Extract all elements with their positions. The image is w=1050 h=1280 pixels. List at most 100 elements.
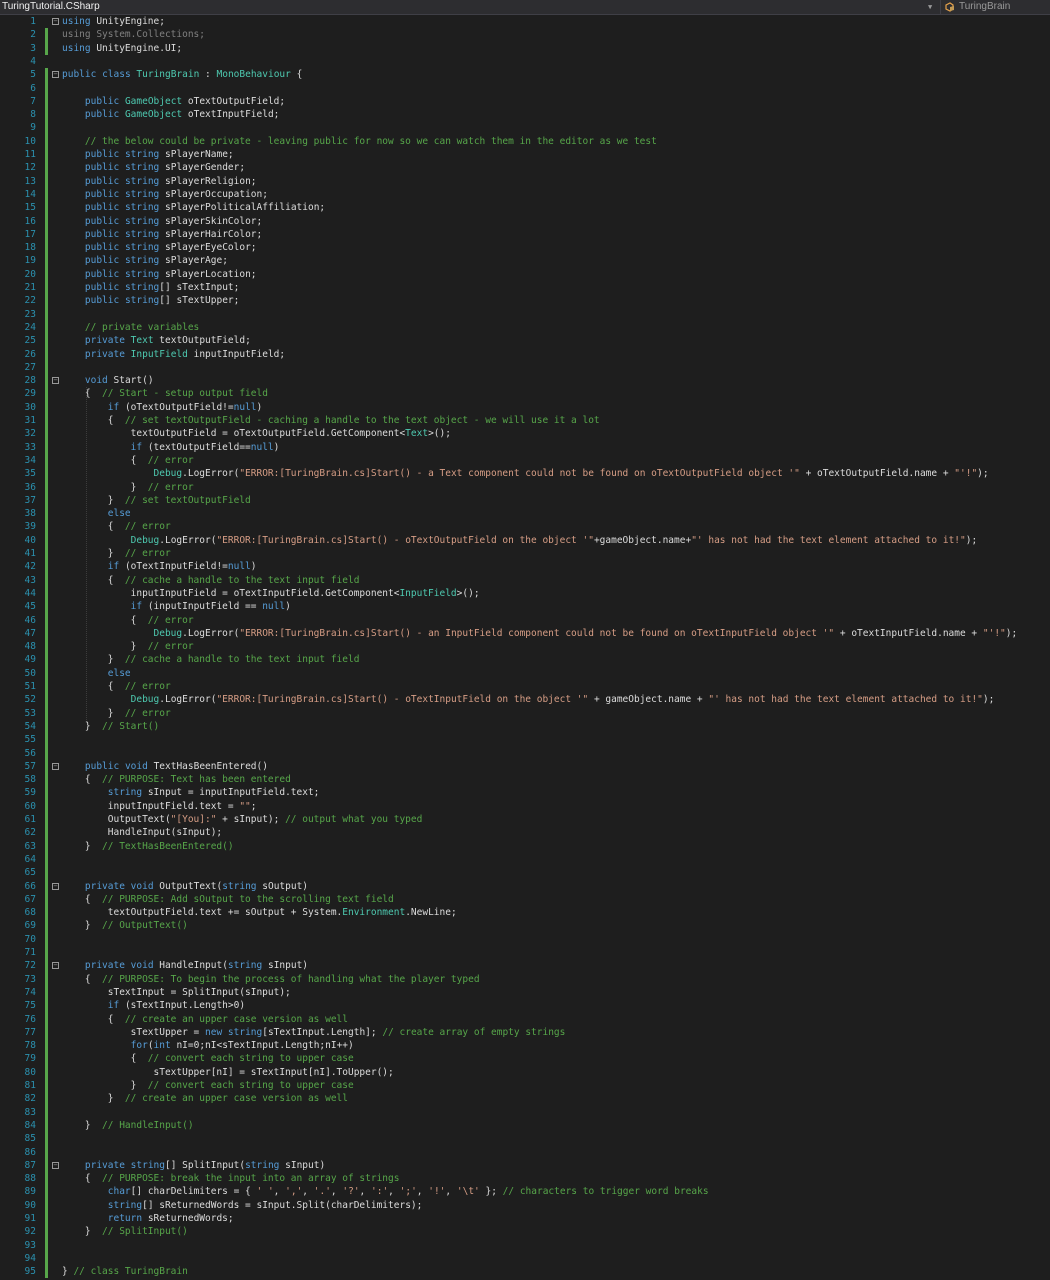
code-line[interactable]: // the below could be private - leaving … [62,135,657,148]
code-line[interactable]: inputInputField.text = ""; [62,800,257,813]
code-line[interactable]: if (oTextInputField!=null) [62,560,257,573]
code-line[interactable]: public string sPlayerEyeColor; [62,241,257,254]
collapse-region-icon[interactable]: − [52,1161,59,1169]
code-line[interactable]: Debug.LogError("ERROR:[TuringBrain.cs]St… [62,534,978,547]
code-line[interactable]: public GameObject oTextInputField; [62,108,280,121]
collapse-region-icon[interactable]: − [52,962,59,970]
code-line[interactable]: { // error [62,614,194,627]
code-line[interactable]: } // OutputText() [62,919,188,932]
collapse-region-icon[interactable]: − [52,377,59,385]
code-line[interactable]: Debug.LogError("ERROR:[TuringBrain.cs]St… [62,693,995,706]
code-line[interactable]: } // error [62,707,171,720]
code-line[interactable]: public string sPlayerName; [62,148,234,161]
code-line[interactable]: if (textOutputField==null) [62,441,280,454]
code-line[interactable]: } // Start() [62,720,159,733]
code-text: sTextInput = SplitInput(sInput); [62,986,291,998]
code-line[interactable]: private void HandleInput(string sInput) [62,959,308,972]
code-line[interactable]: if (sTextInput.Length>0) [62,999,245,1012]
code-line[interactable]: OutputText("[You]:" + sInput); // output… [62,813,423,826]
code-line[interactable]: } // set textOutputField [62,494,251,507]
keyword: public [84,188,120,200]
code-line[interactable]: void Start() [62,374,154,387]
code-line[interactable]: { // PURPOSE: Add sOutput to the scrolli… [62,893,394,906]
dropdown-arrow-icon[interactable]: ▼ [928,0,932,14]
code-line[interactable]: Debug.LogError("ERROR:[TuringBrain.cs]St… [62,467,989,480]
code-line[interactable]: char[] charDelimiters = { ' ', ',', '.',… [62,1185,709,1198]
code-line[interactable]: sTextInput = SplitInput(sInput); [62,986,291,999]
code-line[interactable]: { // PURPOSE: break the input into an ar… [62,1172,400,1185]
code-line[interactable]: for(int nI=0;nI<sTextInput.Length;nI++) [62,1039,354,1052]
code-line[interactable]: // private variables [62,321,199,334]
code-line[interactable]: public string[] sTextInput; [62,281,239,294]
code-line[interactable]: sTextUpper = new string[sTextInput.Lengt… [62,1026,566,1039]
code-line[interactable]: public void TextHasBeenEntered() [62,760,268,773]
code-line[interactable]: { // cache a handle to the text input fi… [62,574,360,587]
code-line[interactable]: } // HandleInput() [62,1119,194,1132]
code-line[interactable]: } // error [62,640,194,653]
code-line[interactable]: } // convert each string to upper case [62,1079,354,1092]
code-line[interactable]: public GameObject oTextOutputField; [62,95,285,108]
code-text: { [62,574,125,586]
code-line[interactable]: { // error [62,454,194,467]
code-line[interactable]: using UnityEngine.UI; [62,42,182,55]
string-literal: '!' [428,1186,446,1198]
code-line[interactable]: { // PURPOSE: Text has been entered [62,773,291,786]
code-line[interactable]: { // convert each string to upper case [62,1052,354,1065]
code-line[interactable]: } // class TuringBrain [62,1265,188,1278]
code-line[interactable]: { // Start - setup output field [62,387,268,400]
code-line[interactable]: inputInputField = oTextInputField.GetCom… [62,587,480,600]
code-line[interactable]: { // PURPOSE: To begin the process of ha… [62,973,480,986]
line-number: 4 [30,55,36,67]
code-line[interactable]: else [62,667,131,680]
code-line[interactable]: { // set textOutputField - caching a han… [62,414,600,427]
code-line[interactable]: HandleInput(sInput); [62,826,222,839]
code-line[interactable]: public string sPlayerPoliticalAffiliatio… [62,201,325,214]
code-line[interactable]: private InputField inputInputField; [62,348,285,361]
code-line[interactable]: private string[] SplitInput(string sInpu… [62,1159,325,1172]
keyword: public [84,149,120,160]
code-line[interactable]: public class TuringBrain : MonoBehaviour… [62,68,302,81]
code-line[interactable]: } // error [62,481,194,494]
code-line[interactable]: using System.Collections; [62,28,205,41]
line-number: 48 [24,641,36,653]
code-line[interactable]: public string[] sTextUpper; [62,294,239,307]
code-line[interactable]: public string sPlayerSkinColor; [62,215,262,228]
file-dropdown[interactable]: TuringTutorial.CSharp ▼ [0,0,938,14]
code-line[interactable]: { // error [62,680,171,693]
code-line[interactable]: public string sPlayerLocation; [62,268,257,281]
code-line[interactable]: public string sPlayerGender; [62,161,245,174]
code-line[interactable]: public string sPlayerHairColor; [62,228,262,241]
code-line[interactable]: textOutputField = oTextOutputField.GetCo… [62,427,451,440]
code-line[interactable]: sTextUpper[nI] = sTextInput[nI].ToUpper(… [62,1066,394,1079]
code-line[interactable]: textOutputField.text += sOutput + System… [62,906,457,919]
code-line[interactable]: private void OutputText(string sOutput) [62,880,308,893]
code-line[interactable]: if (oTextOutputField!=null) [62,401,262,414]
code-line[interactable]: { // error [62,520,171,533]
code-line[interactable]: Debug.LogError("ERROR:[TuringBrain.cs]St… [62,627,1018,640]
code-line[interactable]: using UnityEngine; [62,15,165,28]
code-line[interactable]: string[] sReturnedWords = sInput.Split(c… [62,1199,423,1212]
collapse-region-icon[interactable]: − [52,71,59,79]
collapse-region-icon[interactable]: − [52,882,59,890]
code-line[interactable]: return sReturnedWords; [62,1212,234,1225]
code-line[interactable]: { // create an upper case version as wel… [62,1013,348,1026]
code-line[interactable]: public string sPlayerReligion; [62,175,257,188]
code-line[interactable]: } // create an upper case version as wel… [62,1092,348,1105]
code-line[interactable]: public string sPlayerOccupation; [62,188,268,201]
code-line[interactable]: } // TextHasBeenEntered() [62,840,234,853]
code-line[interactable]: string sInput = inputInputField.text; [62,786,320,799]
code-line[interactable]: public string sPlayerAge; [62,254,228,267]
code-line[interactable]: if (inputInputField == null) [62,600,291,613]
code-line[interactable]: else [62,507,131,520]
code-text: { [62,454,148,466]
code-line[interactable]: } // error [62,547,171,560]
code-line[interactable]: } // cache a handle to the text input fi… [62,653,360,666]
collapse-region-icon[interactable]: − [52,762,59,770]
code-line[interactable]: private Text textOutputField; [62,334,251,347]
collapse-region-icon[interactable]: − [52,18,59,25]
class-dropdown[interactable]: TuringBrain [940,0,1050,14]
code-line[interactable]: } // SplitInput() [62,1225,188,1238]
